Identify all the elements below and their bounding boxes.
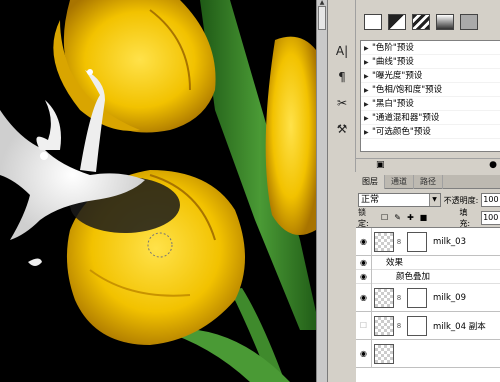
layer-name: milk_09 [433,292,466,303]
adjustment-preset-list: ▶ "色阶"预设 ▶ "曲线"预设 ▶ "曝光度"预设 ▶ "色相/饱和度"预设 ▶ "黑… [360,40,500,152]
blend-mode-select[interactable]: 正常 ▼ [358,193,441,207]
fill-label: 填充: [459,208,471,228]
scrollbar-thumb[interactable] [318,6,326,30]
expand-triangle-icon[interactable]: ▶ [364,56,372,68]
eye-icon[interactable]: ◉ [356,228,372,256]
eye-icon[interactable]: ◉ [356,283,372,312]
wrench-icon[interactable]: ⚒ [331,118,353,140]
opacity-input[interactable]: 100 [481,193,500,207]
tab-channels[interactable]: 通道 [385,175,414,189]
layer-mask-thumbnail[interactable] [407,287,427,308]
panel-options-icon[interactable]: ● [489,160,497,170]
swatch-diagonal[interactable] [388,14,406,30]
list-item[interactable]: ▶ "色阶"预设 [361,41,500,55]
layer-row[interactable]: ◉ 8 milk_09 [356,283,500,312]
lock-label: 锁定: [358,208,369,228]
canvas-scrollbar[interactable]: ▲ [316,0,327,382]
expand-triangle-icon[interactable]: ▶ [364,70,372,82]
expand-triangle-icon[interactable]: ▶ [364,112,372,124]
fill-input[interactable]: 100 [481,211,500,225]
folder-icon[interactable]: ▣ [376,160,385,170]
lock-move-icon[interactable]: ✚ [406,213,416,223]
color-overlay-effect-row[interactable]: ◉ 颜色叠加 [356,269,500,284]
layer-mask-thumbnail[interactable] [407,315,427,336]
chain-link-icon[interactable]: 8 [394,322,404,330]
brush-preset-icon[interactable]: A| [331,40,353,62]
lock-row: 锁定: ☐ ✎ ✚ ■ 填充: 100 [356,208,500,228]
eye-hidden-icon[interactable]: ☐ [356,311,372,340]
layer-name: milk_04 副本 [433,321,486,332]
lock-all-icon[interactable]: ■ [418,213,428,223]
chain-link-icon[interactable]: 8 [394,294,404,302]
scissors-icon[interactable]: ✂ [331,92,353,114]
preset-panel-footer: ▣ ● [356,158,500,172]
lock-transparency-icon[interactable]: ☐ [380,213,390,223]
image-canvas[interactable] [0,0,327,382]
right-panel-dock: A| ¶ ✂ ⚒ ▶ "色阶"预设 ▶ "曲线"预设 ▶ "曝光度"预设 ▶ "色相/饱… [327,0,500,382]
eye-icon[interactable]: ◉ [356,255,372,270]
layer-row[interactable]: ☐ 8 milk_04 副本 [356,311,500,340]
layer-thumbnail [374,231,394,252]
layer-row[interactable]: ◉ [356,339,500,368]
layer-thumbnail [374,287,394,308]
expand-triangle-icon[interactable]: ▶ [364,42,372,54]
style-swatches [364,14,478,32]
list-item[interactable]: ▶ "黑白"预设 [361,97,500,111]
chevron-down-icon[interactable]: ▼ [428,194,440,206]
layer-name: milk_03 [433,236,466,247]
list-item[interactable]: ▶ "曝光度"预设 [361,69,500,83]
layer-mask-thumbnail[interactable] [407,231,427,252]
tab-layers[interactable]: 图层 [356,175,385,189]
list-item[interactable]: ▶ "曲线"预设 [361,55,500,69]
layer-row[interactable]: ◉ 8 milk_03 [356,228,500,256]
tulip-artwork [0,0,327,382]
expand-triangle-icon[interactable]: ▶ [364,126,372,138]
chain-link-icon[interactable]: 8 [394,238,404,246]
effect-name: 颜色叠加 [396,271,431,282]
blend-row: 正常 ▼ 不透明度: 100 [356,191,500,209]
list-item[interactable]: ▶ "通道混和器"预设 [361,111,500,125]
effects-label: 效果 [386,257,404,268]
tab-paths[interactable]: 路径 [414,175,443,189]
swatch-default[interactable] [364,14,382,30]
paragraph-icon[interactable]: ¶ [331,66,353,88]
swatch-gray[interactable] [460,14,478,30]
opacity-label: 不透明度: [443,195,479,205]
swatch-stripes[interactable] [412,14,430,30]
panel-icon-strip: A| ¶ ✂ ⚒ [328,0,356,172]
eye-icon[interactable]: ◉ [356,269,372,284]
list-item[interactable]: ▶ "可选颜色"预设 [361,125,500,139]
layers-panel-tabs: 图层 通道 路径 [356,175,500,189]
layer-thumbnail [374,315,394,336]
expand-triangle-icon[interactable]: ▶ [364,98,372,110]
eye-icon[interactable]: ◉ [356,339,372,368]
lock-brush-icon[interactable]: ✎ [393,213,403,223]
expand-triangle-icon[interactable]: ▶ [364,84,372,96]
layer-list: ◉ 8 milk_03 ◉ 效果 ◉ 颜色叠加 ◉ 8 milk_09 ☐ 8 … [356,227,500,382]
layer-effects-row[interactable]: ◉ 效果 [356,255,500,270]
layer-thumbnail [374,343,394,364]
swatch-gradient[interactable] [436,14,454,30]
list-item[interactable]: ▶ "色相/饱和度"预设 [361,83,500,97]
